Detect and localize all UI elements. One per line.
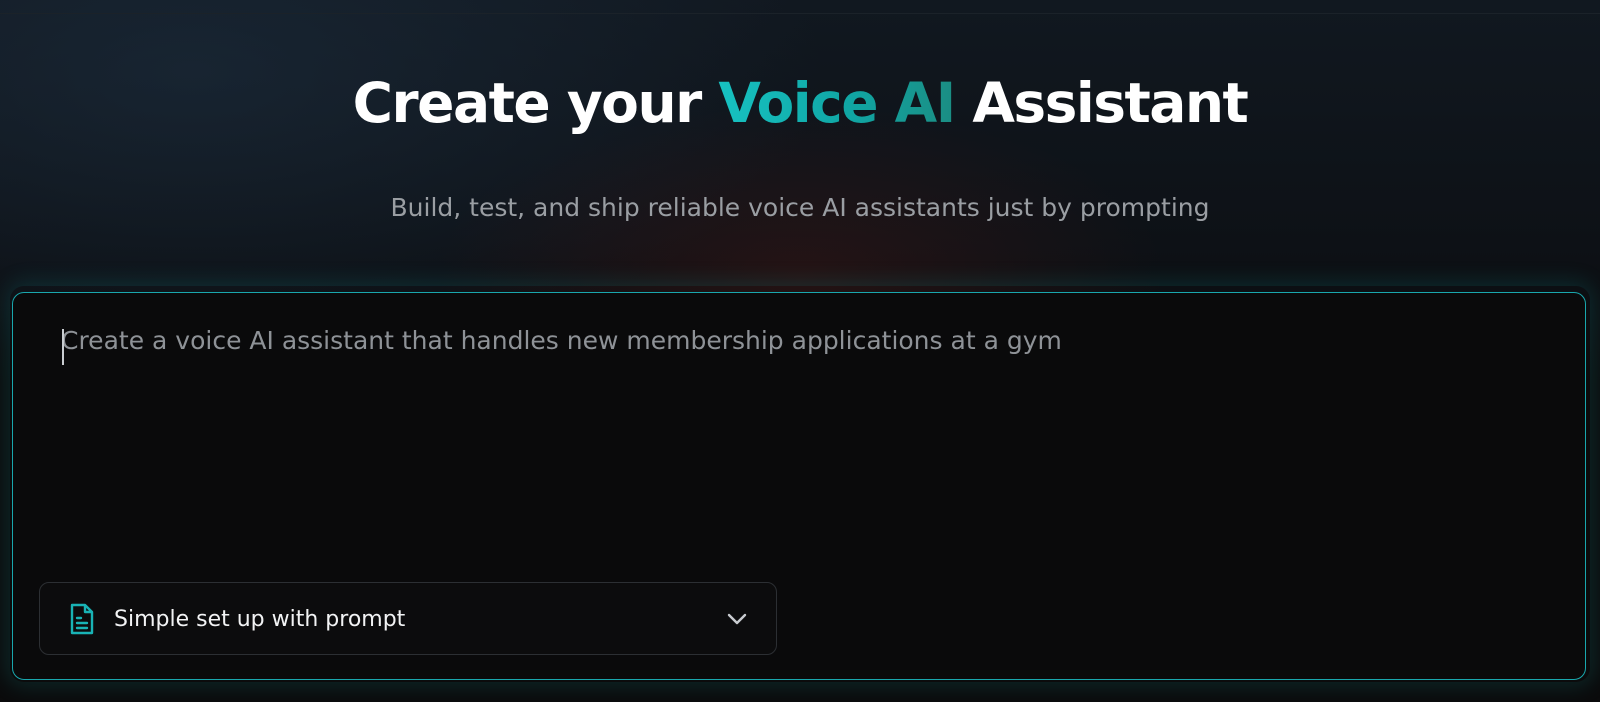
page-subtitle: Build, test, and ship reliable voice AI …: [390, 193, 1210, 222]
title-part-1: Create your: [352, 71, 719, 135]
prompt-input[interactable]: [61, 323, 1541, 523]
prompt-card: Simple set up with prompt: [12, 292, 1586, 680]
page-title: Create your Voice AI Assistant: [0, 66, 1600, 140]
chevron-down-icon: [727, 613, 747, 625]
title-part-2: Assistant: [954, 71, 1248, 135]
text-cursor: [62, 329, 64, 365]
title-accent: Voice AI: [718, 71, 956, 135]
setup-mode-select[interactable]: Simple set up with prompt: [39, 582, 777, 655]
setup-mode-label: Simple set up with prompt: [114, 607, 406, 632]
page: Create your Voice AI Assistant Build, te…: [0, 0, 1600, 702]
document-icon: [70, 603, 94, 635]
header-divider: [0, 13, 1600, 14]
